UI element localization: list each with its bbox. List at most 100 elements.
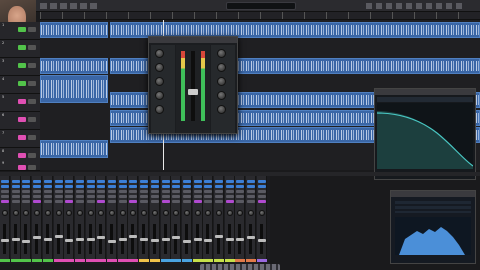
track-header[interactable]: 9 — [0, 160, 40, 171]
insert-slot[interactable] — [193, 195, 202, 198]
pan-knob[interactable] — [141, 210, 148, 216]
insert-slot[interactable] — [86, 200, 95, 203]
fader-cap[interactable] — [118, 237, 127, 241]
pan-knob[interactable] — [2, 210, 8, 216]
insert-slot[interactable] — [225, 200, 234, 203]
fader-cap[interactable] — [140, 237, 149, 241]
insert-slot[interactable] — [75, 190, 84, 193]
insert-slot[interactable] — [22, 200, 31, 203]
track-color-button[interactable] — [18, 81, 26, 86]
fader-cap[interactable] — [172, 236, 181, 240]
insert-slot[interactable] — [150, 195, 159, 198]
insert-slot[interactable] — [118, 195, 127, 198]
insert-slot[interactable] — [86, 180, 95, 183]
channel-strip[interactable] — [246, 176, 257, 262]
track-header[interactable]: 2 — [0, 40, 40, 58]
insert-slot[interactable] — [204, 185, 213, 188]
insert-slot[interactable] — [204, 195, 213, 198]
insert-slot[interactable] — [193, 190, 202, 193]
pan-knob[interactable] — [87, 210, 94, 216]
pan-knob[interactable] — [98, 210, 105, 216]
toolbar-buttons-right[interactable] — [366, 3, 466, 9]
insert-slot[interactable] — [257, 180, 266, 183]
insert-slot[interactable] — [11, 195, 20, 198]
insert-slot[interactable] — [257, 200, 266, 203]
input-knob[interactable] — [155, 49, 164, 58]
fader-cap[interactable] — [33, 236, 42, 240]
track-header[interactable]: 1 — [0, 22, 40, 40]
insert-slot[interactable] — [43, 180, 52, 183]
eq-knob[interactable] — [155, 63, 164, 72]
toolbar-buttons-left[interactable] — [40, 3, 100, 9]
channel-strip[interactable] — [224, 176, 235, 262]
insert-slot[interactable] — [11, 180, 20, 183]
insert-slot[interactable] — [1, 180, 9, 183]
audio-region[interactable] — [40, 58, 108, 74]
track-header[interactable]: 7 — [0, 130, 40, 148]
insert-slot[interactable] — [11, 185, 20, 188]
insert-slot[interactable] — [129, 200, 138, 203]
pan-knob[interactable] — [226, 210, 233, 216]
output-fader-cap[interactable] — [188, 89, 198, 95]
insert-slot[interactable] — [247, 185, 256, 188]
fader-cap[interactable] — [193, 237, 202, 241]
insert-slot[interactable] — [54, 200, 63, 203]
pan-knob[interactable] — [12, 210, 19, 216]
insert-slot[interactable] — [43, 195, 52, 198]
insert-slot[interactable] — [1, 190, 9, 193]
fader-cap[interactable] — [11, 237, 20, 241]
insert-slot[interactable] — [215, 185, 223, 188]
insert-slot[interactable] — [97, 190, 106, 193]
output-knob[interactable] — [217, 105, 226, 114]
plugin-title-bar[interactable] — [149, 37, 237, 43]
channel-strip[interactable] — [74, 176, 85, 262]
insert-slot[interactable] — [108, 190, 116, 193]
fader-cap[interactable] — [129, 234, 138, 238]
insert-slot[interactable] — [150, 200, 159, 203]
insert-slot[interactable] — [204, 180, 213, 183]
insert-slot[interactable] — [65, 190, 74, 193]
insert-slot[interactable] — [172, 180, 181, 183]
mute-solo-buttons[interactable] — [28, 165, 36, 170]
track-header[interactable]: 3 — [0, 58, 40, 76]
analyzer-title-bar[interactable] — [375, 89, 475, 95]
insert-slot[interactable] — [108, 185, 116, 188]
pan-knob[interactable] — [44, 210, 51, 216]
insert-slot[interactable] — [172, 185, 181, 188]
fader-cap[interactable] — [161, 237, 170, 241]
mute-solo-buttons[interactable] — [28, 99, 36, 104]
audio-region[interactable] — [40, 22, 108, 38]
insert-slot[interactable] — [97, 185, 106, 188]
insert-slot[interactable] — [65, 195, 74, 198]
insert-slot[interactable] — [54, 190, 63, 193]
channel-strip[interactable] — [0, 176, 10, 262]
volume-fader[interactable] — [217, 224, 220, 254]
insert-slot[interactable] — [182, 200, 191, 203]
insert-slot[interactable] — [33, 185, 42, 188]
insert-slot[interactable] — [22, 190, 31, 193]
insert-slot[interactable] — [108, 200, 116, 203]
pan-knob[interactable] — [55, 210, 62, 216]
insert-slot[interactable] — [161, 195, 170, 198]
pan-knob[interactable] — [216, 210, 222, 216]
channel-strip[interactable] — [149, 176, 160, 262]
fader-cap[interactable] — [54, 234, 63, 238]
eq-knob[interactable] — [155, 105, 164, 114]
insert-slot[interactable] — [182, 185, 191, 188]
pan-knob[interactable] — [130, 210, 137, 216]
insert-slot[interactable] — [54, 185, 63, 188]
insert-slot[interactable] — [118, 190, 127, 193]
transport-display[interactable] — [226, 2, 296, 10]
volume-fader[interactable] — [184, 224, 188, 254]
fader-cap[interactable] — [257, 238, 266, 242]
insert-slot[interactable] — [161, 190, 170, 193]
fader-cap[interactable] — [236, 237, 245, 241]
pan-knob[interactable] — [119, 210, 126, 216]
insert-slot[interactable] — [33, 195, 42, 198]
channel-strip[interactable] — [96, 176, 107, 262]
pan-knob[interactable] — [248, 210, 255, 216]
insert-slot[interactable] — [257, 195, 266, 198]
channel-strip[interactable] — [64, 176, 75, 262]
channel-strip[interactable] — [171, 176, 182, 262]
eq-knob[interactable] — [155, 77, 164, 86]
